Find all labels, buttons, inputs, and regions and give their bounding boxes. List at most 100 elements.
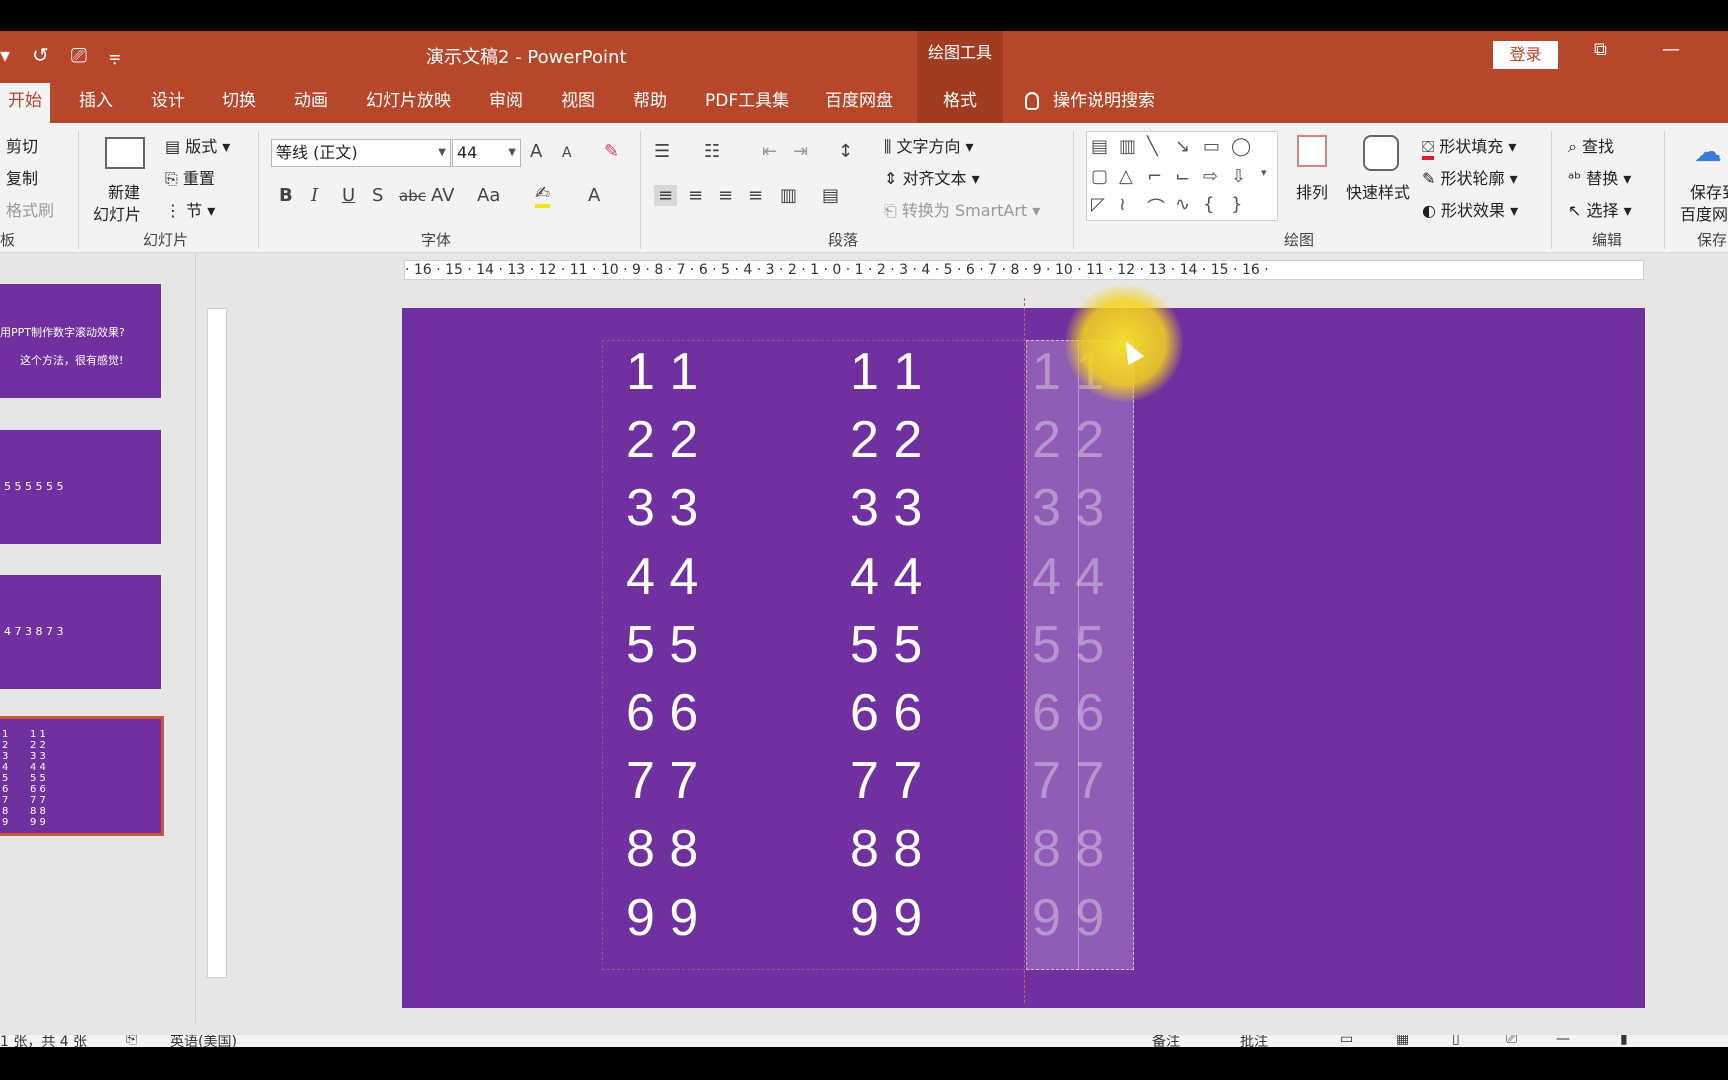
text-shadow-button[interactable]: S [372,185,383,206]
normal-view-icon[interactable]: ▭ [1340,1035,1353,1047]
text-direction-button[interactable]: ⫼ 文字方向 ▾ [884,133,974,157]
highlight-color-icon[interactable]: ✍ [535,183,551,208]
arrange-button[interactable]: 排列 [1296,179,1328,203]
slideshow-view-icon[interactable]: ⎚ [1506,1035,1517,1047]
horizontal-ruler[interactable]: · 16 · 15 · 14 · 13 · 12 · 11 · 10 · 9 ·… [404,260,1644,280]
rectangle-icon[interactable]: ▭ [1203,136,1220,157]
comments-button[interactable]: 批注 [1240,1035,1268,1047]
slide-thumbnail-4[interactable]: 1 2 3 4 5 6 7 8 9 1 1 2 2 3 3 4 4 5 5 6 … [0,716,164,836]
minimize-icon[interactable]: — [1662,39,1680,60]
bullets-icon[interactable]: ☰ [654,141,670,162]
change-case-button[interactable]: Aa [477,185,500,206]
right-brace-icon[interactable]: } [1231,194,1242,215]
align-right-icon[interactable]: ≡ [718,185,733,206]
vertical-text-box-icon[interactable]: ▥ [1119,136,1136,157]
slide-thumbnail-3[interactable]: 4 7 3 8 7 3 [0,575,161,689]
justify-icon[interactable]: ≡ [748,185,763,206]
elbow-connector-icon[interactable]: ⌐ [1147,166,1162,187]
bold-button[interactable]: B [279,185,293,206]
new-slide-label-1[interactable]: 新建 [108,179,140,203]
strikethrough-button[interactable]: abc [399,187,426,205]
align-center-icon[interactable]: ≡ [688,185,703,206]
notes-button[interactable]: 备注 [1152,1035,1180,1047]
distributed-icon[interactable]: ▥ [780,185,797,206]
shrink-font-icon[interactable]: A [562,145,572,161]
font-size-select[interactable]: 44 ▼ [452,139,521,167]
line-icon[interactable]: ╲ [1147,136,1158,157]
tab-review[interactable]: 审阅 [489,83,523,123]
present-icon[interactable]: ⎚ [71,43,87,67]
arrow-line-icon[interactable]: ↘ [1175,136,1190,157]
decrease-indent-icon[interactable]: ⇤ [762,141,777,162]
grow-font-icon[interactable]: A [530,141,542,162]
slide-thumbnail-2[interactable]: 5 5 5 5 5 5 [0,430,161,544]
slide-sorter-icon[interactable]: ▦ [1396,1035,1409,1047]
new-slide-label-2[interactable]: 幻灯片 [93,201,141,225]
shape-effects-button[interactable]: ◐ 形状效果 ▾ [1422,197,1518,221]
italic-button[interactable]: I [311,185,318,206]
text-box-icon[interactable]: ▤ [1091,136,1108,157]
zoom-out-icon[interactable]: — [1556,1035,1570,1047]
select-button[interactable]: ↖ 选择 ▾ [1568,197,1632,221]
curve-icon[interactable]: ∿ [1175,194,1190,215]
clear-formatting-icon[interactable]: ✎ [604,141,619,162]
language-indicator[interactable]: 英语(美国) [170,1035,237,1047]
replace-button[interactable]: ᵃᵇ 替换 ▾ [1568,165,1631,189]
oval-icon[interactable]: ◯ [1231,136,1251,157]
slide-thumbnail-1[interactable]: 用PPT制作数字滚动效果? 这个方法，很有感觉! [0,284,161,398]
tab-view[interactable]: 视图 [561,83,595,123]
tab-home[interactable]: 开始 [0,83,50,123]
tab-animations[interactable]: 动画 [294,83,328,123]
ribbon-display-options-icon[interactable]: ⧉ [1594,39,1607,60]
digit-column-c[interactable]: 1 1 2 2 3 3 4 4 5 5 6 6 7 7 8 8 9 9 [1032,338,1104,952]
digit-column-a[interactable]: 1 1 2 2 3 3 4 4 5 5 6 6 7 7 8 8 9 9 [626,338,698,952]
tab-design[interactable]: 设计 [151,83,185,123]
line-spacing-icon[interactable]: ↕ [838,141,853,162]
tab-transitions[interactable]: 切换 [222,83,256,123]
find-button[interactable]: ⌕ 查找 [1568,133,1614,157]
tell-me-search[interactable]: 操作说明搜索 [1025,83,1155,123]
down-arrow-icon[interactable]: ⇩ [1231,166,1246,187]
font-name-select[interactable]: 等线 (正文) ▼ [271,139,451,167]
elbow-arrow-icon[interactable]: ⌙ [1175,166,1190,187]
tab-slideshow[interactable]: 幻灯片放映 [366,83,451,123]
increase-indent-icon[interactable]: ⇥ [793,141,808,162]
tab-format[interactable]: 格式 [917,83,1003,123]
shape-fill-button[interactable]: ⛋ 形状填充 ▾ [1422,133,1516,160]
copy-button[interactable]: 复制 [6,165,38,189]
format-painter-button[interactable]: 格式刷 [6,197,54,221]
save-to-baidu-label-2[interactable]: 百度网 [1680,201,1728,225]
reset-button[interactable]: ⎘ 重置 [165,165,215,189]
tab-pdf-tools[interactable]: PDF工具集 [705,83,789,123]
right-arrow-icon[interactable]: ⇨ [1203,166,1218,187]
convert-smartart-button[interactable]: ⎗ 转换为 SmartArt ▾ [884,197,1040,221]
layout-button[interactable]: ▤ 版式 ▾ [165,133,230,157]
gallery-more-icon[interactable]: ▾ [1261,166,1267,179]
align-text-button[interactable]: ⇕ 对齐文本 ▾ [884,165,980,189]
zoom-slider[interactable]: ▮ [1620,1035,1628,1047]
left-brace-icon[interactable]: { [1203,194,1214,215]
freeform-icon[interactable]: ◸ [1091,194,1105,215]
tab-baidu-netdisk[interactable]: 百度网盘 [825,83,893,123]
qat-dropdown-icon[interactable]: ▾ [0,43,10,67]
align-left-icon[interactable]: ≡ [654,185,678,206]
numbering-icon[interactable]: ☷ [704,141,720,162]
spellcheck-icon[interactable]: ⎘ [126,1035,137,1047]
digit-column-b[interactable]: 1 1 2 2 3 3 4 4 5 5 6 6 7 7 8 8 9 9 [850,338,922,952]
reading-view-icon[interactable]: ▯ [1452,1035,1460,1047]
customize-qat-icon[interactable]: ⩦ [109,43,121,67]
login-button[interactable]: 登录 [1493,41,1558,69]
tab-help[interactable]: 帮助 [633,83,667,123]
tab-insert[interactable]: 插入 [79,83,113,123]
slide-canvas[interactable]: 1 1 2 2 3 3 4 4 5 5 6 6 7 7 8 8 9 9 1 1 … [402,284,1645,1008]
rounded-rectangle-icon[interactable]: ▢ [1091,166,1108,187]
columns-icon[interactable]: ▤ [822,185,839,206]
save-to-baidu-label-1[interactable]: 保存到 [1690,179,1728,203]
vertical-ruler[interactable] [207,308,227,978]
section-button[interactable]: ⋮ 节 ▾ [165,197,215,221]
triangle-icon[interactable]: △ [1119,166,1133,187]
shape-outline-button[interactable]: ✎ 形状轮廓 ▾ [1422,165,1518,189]
shapes-gallery[interactable]: ▤ ▥ ╲ ↘ ▭ ◯ ▢ △ ⌐ ⌙ ⇨ ⇩ ◸ ≀ ⌒ ∿ { } ▾ [1086,131,1278,221]
arc-icon[interactable]: ⌒ [1147,194,1165,220]
underline-button[interactable]: U [342,185,355,206]
